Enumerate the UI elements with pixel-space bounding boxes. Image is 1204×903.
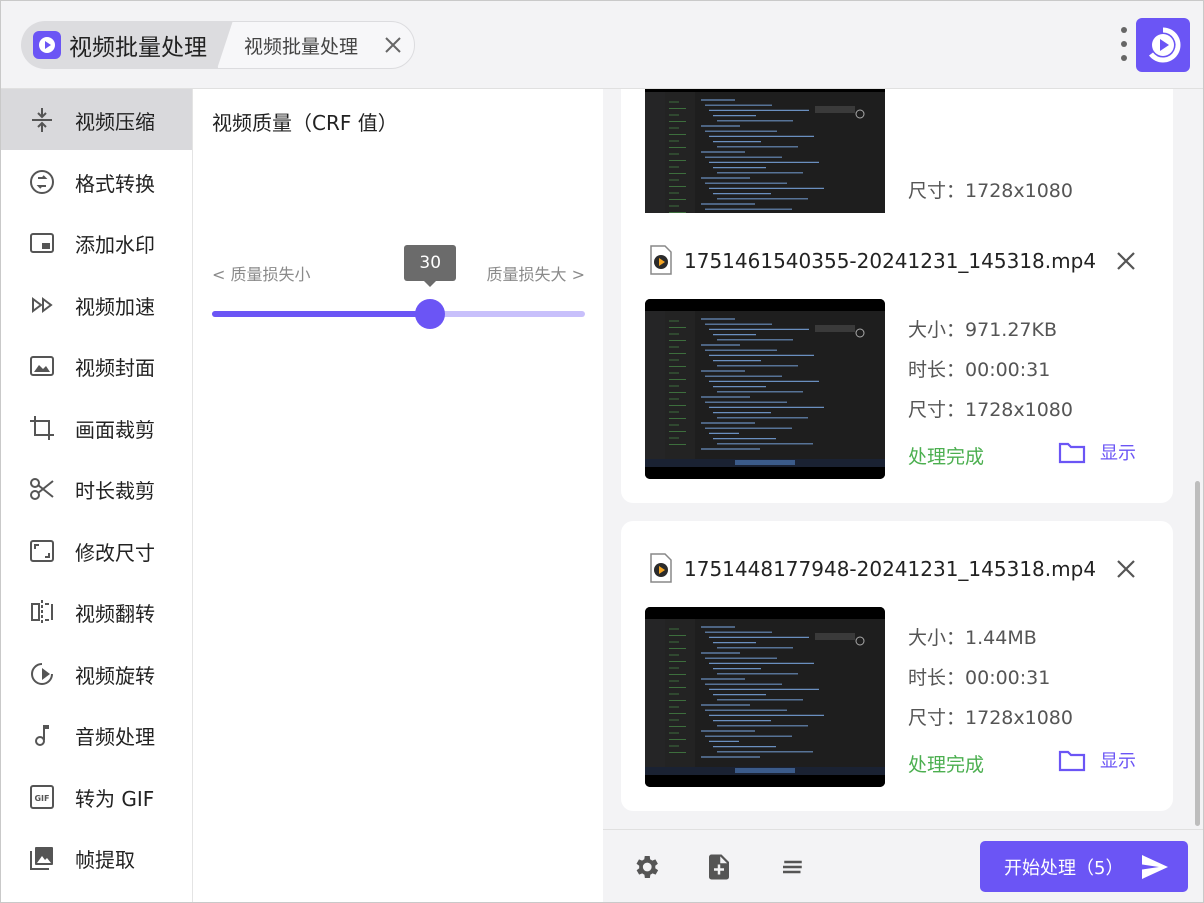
sidebar-item[interactable]: 音频处理 xyxy=(1,704,192,765)
folder-icon xyxy=(1058,442,1086,464)
sidebar-item-label: 音频处理 xyxy=(75,725,155,749)
file-list: 尺寸：1728x1080处理完成显示1751461540355-20241231… xyxy=(603,89,1203,829)
sidebar-item-label: 转为 GIF xyxy=(75,786,155,811)
file-dimension: 尺寸：1728x1080 xyxy=(908,399,1073,421)
settings-panel: 视频质量（CRF 值） 30 < 质量损失小 质量损失大 > xyxy=(194,89,602,902)
compress-icon xyxy=(27,105,57,135)
rotate-icon xyxy=(27,659,57,689)
sidebar-item[interactable]: 时长裁剪 xyxy=(1,458,192,519)
close-icon[interactable] xyxy=(382,34,404,56)
add-file-icon[interactable] xyxy=(704,852,734,882)
sidebar-item-label: 视频压缩 xyxy=(75,110,155,134)
tab-batch-second[interactable]: 视频批量处理 xyxy=(217,21,415,69)
crf-slider-thumb[interactable] xyxy=(415,299,446,329)
show-in-folder-button[interactable]: 显示 xyxy=(1058,439,1136,465)
file-duration: 时长：00:00:31 xyxy=(908,667,1051,689)
video-thumbnail xyxy=(645,607,885,787)
crf-title: 视频质量（CRF 值） xyxy=(212,111,398,135)
sidebar: 视频压缩格式转换添加水印视频加速视频封面画面裁剪时长裁剪修改尺寸视频翻转视频旋转… xyxy=(1,89,193,902)
file-dimension: 尺寸：1728x1080 xyxy=(908,707,1073,729)
sidebar-item[interactable]: 视频旋转 xyxy=(1,643,192,704)
flip-icon xyxy=(27,597,57,627)
file-name: 1751448177948-20241231_145318.mp4 xyxy=(684,557,1097,581)
fast-forward-icon xyxy=(27,290,57,320)
sidebar-item[interactable]: 修改尺寸 xyxy=(1,520,192,581)
sidebar-item-label: 视频加速 xyxy=(75,294,155,319)
show-in-folder-button[interactable]: 显示 xyxy=(1058,747,1136,773)
status-text: 处理完成 xyxy=(908,446,985,468)
gear-icon[interactable] xyxy=(631,852,661,882)
sidebar-item-label: 视频旋转 xyxy=(75,663,155,688)
sidebar-item[interactable]: 帧提取 xyxy=(1,827,192,888)
brand-logo-icon xyxy=(1136,18,1190,72)
crf-slider-fill xyxy=(212,311,431,317)
sidebar-item-label: 帧提取 xyxy=(75,848,135,872)
remove-file-icon[interactable] xyxy=(1115,558,1137,580)
file-card: 1751448177948-20241231_145318.mp4 大小：1.44… xyxy=(621,521,1173,811)
sidebar-item[interactable]: GIF 转为 GIF xyxy=(1,766,192,827)
app-window: 视频批量处理 视频批量处理 视频压缩 格式转换 添加水印 视频加速 视频封面 画面裁剪 时长… xyxy=(0,0,1204,903)
video-file-icon xyxy=(650,245,672,275)
hint-low-loss: < 质量损失小 xyxy=(212,265,311,284)
start-processing-label: 开始处理（5） xyxy=(1004,857,1124,879)
tab-batch-active[interactable]: 视频批量处理 xyxy=(21,21,235,69)
gif-icon: GIF xyxy=(27,782,57,812)
sidebar-item[interactable]: 视频加速 xyxy=(1,274,192,335)
sidebar-item[interactable]: 格式转换 xyxy=(1,151,192,212)
sidebar-item[interactable]: 画面裁剪 xyxy=(1,397,192,458)
remove-file-icon[interactable] xyxy=(1115,250,1137,272)
sidebar-item-label: 时长裁剪 xyxy=(75,479,155,503)
sidebar-item-label: 添加水印 xyxy=(75,233,155,257)
send-icon xyxy=(1142,855,1168,879)
video-thumbnail xyxy=(645,299,885,479)
tab-label: 视频批量处理 xyxy=(69,35,207,61)
sidebar-item[interactable]: 添加水印 xyxy=(1,212,192,273)
list-icon[interactable] xyxy=(778,852,808,882)
status-text: 处理完成 xyxy=(908,754,985,776)
bottom-toolbar: 开始处理（5） xyxy=(603,829,1203,902)
sidebar-item-label: 修改尺寸 xyxy=(75,540,155,565)
file-duration: 时长：00:00:31 xyxy=(908,359,1051,381)
crf-slider[interactable]: 30 xyxy=(212,245,585,329)
sidebar-item-label: 视频翻转 xyxy=(75,602,155,626)
music-note-icon xyxy=(27,720,57,750)
sidebar-item-label: 格式转换 xyxy=(75,171,155,196)
svg-text:GIF: GIF xyxy=(34,794,49,803)
file-card: 1751461540355-20241231_145318.mp4 大小：971.… xyxy=(621,213,1173,503)
app-logo-icon xyxy=(33,31,61,59)
image-icon xyxy=(27,351,57,381)
hint-high-loss: 质量损失大 > xyxy=(486,265,586,284)
file-size: 大小：1.44MB xyxy=(908,627,1037,649)
more-menu-icon[interactable] xyxy=(1119,27,1129,61)
sidebar-item[interactable]: 视频封面 xyxy=(1,335,192,396)
crop-icon xyxy=(27,413,57,443)
sidebar-item-label: 画面裁剪 xyxy=(75,417,155,442)
tab-label: 视频批量处理 xyxy=(244,35,359,58)
crf-value-tooltip: 30 xyxy=(404,245,457,287)
start-processing-button[interactable]: 开始处理（5） xyxy=(980,841,1188,892)
file-size: 大小：971.27KB xyxy=(908,319,1057,341)
watermark-icon xyxy=(27,228,57,258)
sidebar-item[interactable]: 视频翻转 xyxy=(1,581,192,642)
show-label: 显示 xyxy=(1100,751,1136,772)
convert-icon xyxy=(27,167,57,197)
sidebar-item[interactable]: 视频压缩 xyxy=(1,89,192,150)
scissors-icon xyxy=(27,474,57,504)
sidebar-item-label: 视频封面 xyxy=(75,356,155,380)
file-list-scrollbar[interactable] xyxy=(1195,481,1200,826)
show-label: 显示 xyxy=(1100,443,1136,464)
video-file-icon xyxy=(650,553,672,583)
resize-icon xyxy=(27,536,57,566)
frames-icon xyxy=(27,843,57,873)
folder-icon xyxy=(1058,750,1086,772)
title-bar: 视频批量处理 视频批量处理 xyxy=(1,1,1203,89)
file-name: 1751461540355-20241231_145318.mp4 xyxy=(684,249,1097,273)
file-dimension: 尺寸：1728x1080 xyxy=(908,180,1073,202)
